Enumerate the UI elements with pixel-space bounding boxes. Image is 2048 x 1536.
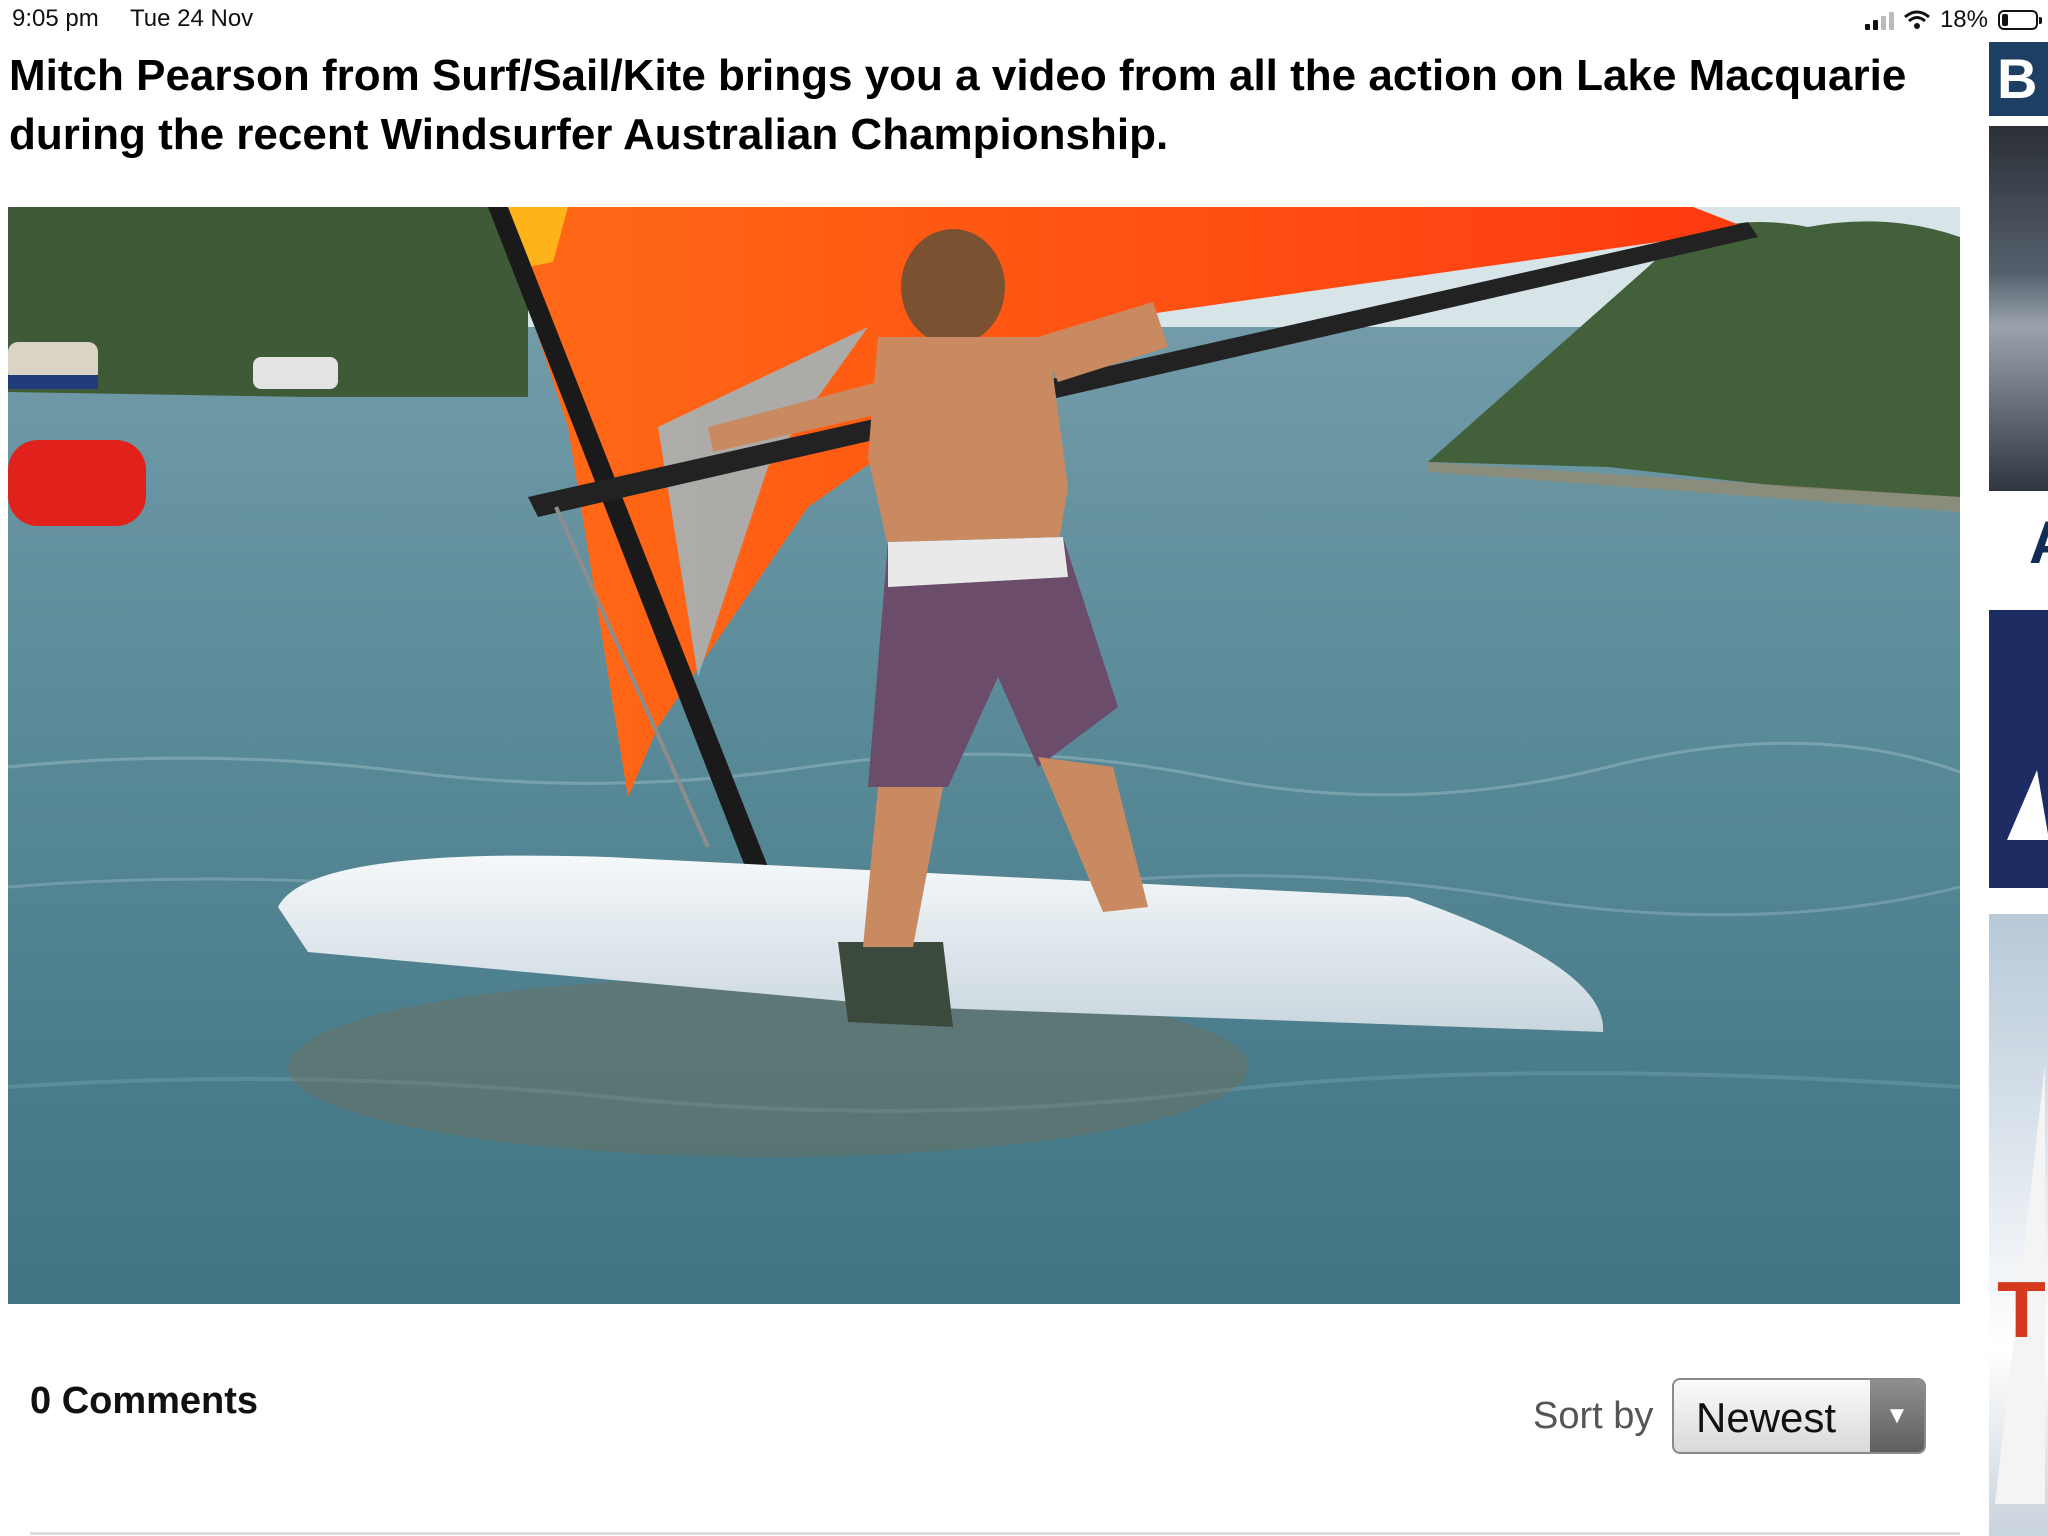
battery-percent: 18% xyxy=(1939,6,1988,33)
sail-icon xyxy=(2007,770,2048,840)
divider xyxy=(30,1532,1960,1535)
ad-logo[interactable]: B xyxy=(1989,42,2048,116)
article-title: Mitch Pearson from Surf/Sail/Kite brings… xyxy=(9,51,1907,159)
battery-icon xyxy=(1998,10,2042,30)
ad-sail-mark: T xyxy=(1997,1265,2046,1354)
wifi-icon xyxy=(1903,10,1930,29)
comments-count: 0 Comments xyxy=(30,1380,259,1422)
chevron-down-icon[interactable]: ▼ xyxy=(1870,1380,1924,1452)
ad-image-sailboat[interactable]: T xyxy=(1989,914,2048,1536)
ad-text-fragment: A xyxy=(2029,508,2048,577)
status-bar: 9:05 pm Tue 24 Nov 18% xyxy=(0,0,2048,38)
video-player[interactable] xyxy=(8,207,1960,1304)
battery-level xyxy=(2002,14,2008,26)
ad-image-boat[interactable] xyxy=(1989,126,2048,491)
cellular-signal-icon xyxy=(1864,10,1894,30)
status-date: Tue 24 Nov xyxy=(130,5,254,32)
status-time: 9:05 pm xyxy=(12,5,99,32)
video-frame xyxy=(8,207,1960,1304)
sort-selected-value: Newest xyxy=(1696,1394,1837,1441)
ad-sidebar[interactable]: B A T xyxy=(1989,38,2048,1536)
sort-label: Sort by xyxy=(1533,1395,1654,1437)
ad-banner[interactable] xyxy=(1989,610,2048,888)
status-indicators: 18% xyxy=(1864,6,2042,34)
sort-dropdown[interactable]: Newest ▼ xyxy=(1672,1378,1926,1454)
